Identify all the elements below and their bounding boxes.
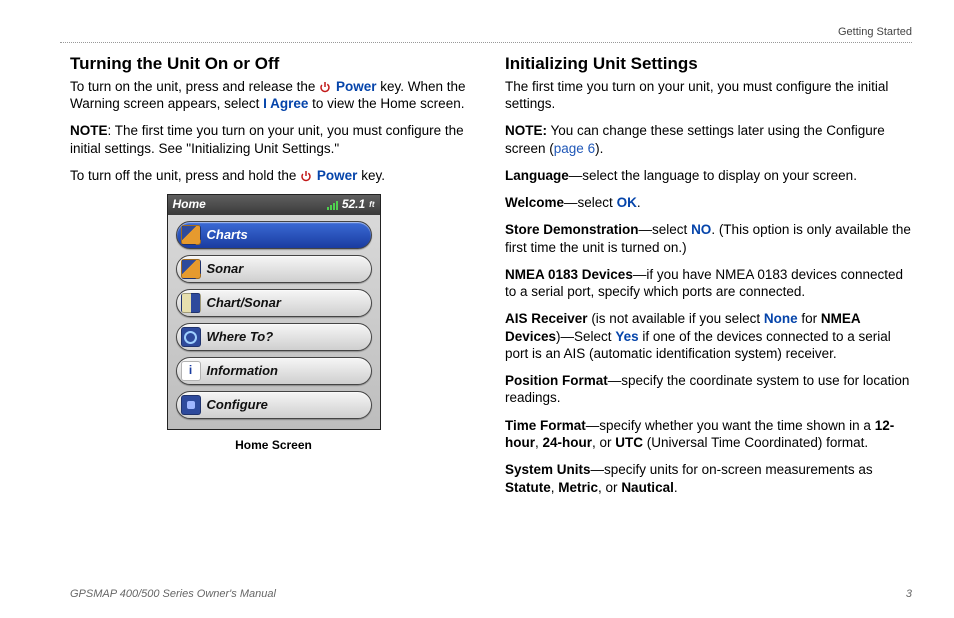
setting-welcome: Welcome—select OK.: [505, 194, 912, 211]
where-to-icon: [181, 327, 201, 347]
setting-system-units: System Units—specify units for on-screen…: [505, 461, 912, 496]
page-link[interactable]: page 6: [554, 141, 595, 156]
right-column: Initializing Unit Settings The first tim…: [505, 53, 912, 506]
page-number: 3: [906, 588, 912, 600]
device-header: Home 52.1 ft: [168, 195, 380, 215]
setting-language: Language—select the language to display …: [505, 167, 912, 184]
setting-label: AIS Receiver: [505, 311, 588, 326]
text: ,: [535, 435, 543, 450]
setting-time-format: Time Format—specify whether you want the…: [505, 417, 912, 452]
signal-bars-icon: [327, 200, 338, 210]
utc-label: UTC: [615, 435, 643, 450]
menu-item-chart-sonar[interactable]: Chart/Sonar: [176, 289, 372, 317]
text: )—Select: [556, 329, 615, 344]
menu-item-where-to[interactable]: Where To?: [176, 323, 372, 351]
setting-store-demo: Store Demonstration—select NO. (This opt…: [505, 221, 912, 256]
text: .: [674, 480, 678, 495]
setting-label: Welcome: [505, 195, 564, 210]
note-body: : The first time you turn on your unit, …: [70, 123, 464, 155]
note-label: NOTE:: [505, 123, 547, 138]
menu-label: Chart/Sonar: [207, 295, 281, 312]
home-screen-figure: Home 52.1 ft Charts: [167, 194, 381, 453]
setting-ais: AIS Receiver (is not available if you se…: [505, 310, 912, 362]
menu-label: Information: [207, 363, 279, 380]
setting-position-format: Position Format—specify the coordinate s…: [505, 372, 912, 407]
text: to view the Home screen.: [312, 96, 464, 111]
text: —select: [564, 195, 617, 210]
none-label: None: [764, 311, 798, 326]
text: (is not available if you select: [588, 311, 764, 326]
power-icon: [300, 170, 312, 182]
menu-item-charts[interactable]: Charts: [176, 221, 372, 249]
heading-turning-on-off: Turning the Unit On or Off: [70, 53, 477, 75]
setting-label: NMEA 0183 Devices: [505, 267, 633, 282]
left-column: Turning the Unit On or Off To turn on th…: [70, 53, 477, 506]
text: To turn off the unit, press and hold the: [70, 168, 300, 183]
menu-label: Configure: [207, 397, 268, 414]
nautical-label: Nautical: [621, 480, 674, 495]
page-footer: GPSMAP 400/500 Series Owner's Manual 3: [70, 588, 912, 600]
device-status: 52.1 ft: [327, 197, 375, 212]
text: key.: [361, 168, 385, 183]
text: (Universal Time Coordinated) format.: [643, 435, 868, 450]
device-menu: Charts Sonar Chart/Sonar Where To?: [168, 215, 380, 429]
text: .: [637, 195, 641, 210]
intro-paragraph: The first time you turn on your unit, yo…: [505, 78, 912, 113]
power-icon: [319, 81, 331, 93]
depth-value: 52.1: [342, 197, 365, 212]
menu-label: Where To?: [207, 329, 274, 346]
text: , or: [598, 480, 621, 495]
section-header: Getting Started: [60, 26, 912, 43]
depth-unit: ft: [369, 200, 374, 210]
note-configure: NOTE: You can change these settings late…: [505, 122, 912, 157]
menu-item-configure[interactable]: Configure: [176, 391, 372, 419]
manual-title: GPSMAP 400/500 Series Owner's Manual: [70, 588, 276, 600]
yes-label: Yes: [615, 329, 638, 344]
setting-nmea: NMEA 0183 Devices—if you have NMEA 0183 …: [505, 266, 912, 301]
power-key-label: Power: [336, 79, 377, 94]
menu-item-information[interactable]: Information: [176, 357, 372, 385]
text: , or: [592, 435, 615, 450]
ok-label: OK: [617, 195, 637, 210]
24-hour-label: 24-hour: [543, 435, 593, 450]
power-key-label: Power: [317, 168, 358, 183]
text: —select: [639, 222, 692, 237]
note-initial-settings: NOTE: The first time you turn on your un…: [70, 122, 477, 157]
text: for: [798, 311, 821, 326]
setting-label: Language: [505, 168, 569, 183]
setting-label: Position Format: [505, 373, 608, 388]
text: —select the language to display on your …: [569, 168, 857, 183]
menu-label: Charts: [207, 227, 248, 244]
setting-label: Time Format: [505, 418, 586, 433]
text: To turn on the unit, press and release t…: [70, 79, 319, 94]
text: —specify whether you want the time shown…: [586, 418, 875, 433]
configure-icon: [181, 395, 201, 415]
turn-on-paragraph: To turn on the unit, press and release t…: [70, 78, 477, 113]
setting-label: Store Demonstration: [505, 222, 639, 237]
menu-label: Sonar: [207, 261, 244, 278]
text: —specify units for on-screen measurement…: [591, 462, 873, 477]
statute-label: Statute: [505, 480, 551, 495]
heading-initializing: Initializing Unit Settings: [505, 53, 912, 75]
sonar-icon: [181, 259, 201, 279]
device-title: Home: [173, 197, 206, 212]
turn-off-paragraph: To turn off the unit, press and hold the…: [70, 167, 477, 184]
no-label: NO: [691, 222, 711, 237]
metric-label: Metric: [558, 480, 598, 495]
manual-page: Getting Started Turning the Unit On or O…: [0, 0, 954, 618]
information-icon: [181, 361, 201, 381]
i-agree-label: I Agree: [263, 96, 308, 111]
columns: Turning the Unit On or Off To turn on th…: [70, 53, 912, 506]
chart-sonar-icon: [181, 293, 201, 313]
text: ).: [595, 141, 603, 156]
setting-label: System Units: [505, 462, 591, 477]
figure-caption: Home Screen: [167, 438, 381, 453]
note-label: NOTE: [70, 123, 108, 138]
menu-item-sonar[interactable]: Sonar: [176, 255, 372, 283]
charts-icon: [181, 225, 201, 245]
device-screen: Home 52.1 ft Charts: [167, 194, 381, 430]
